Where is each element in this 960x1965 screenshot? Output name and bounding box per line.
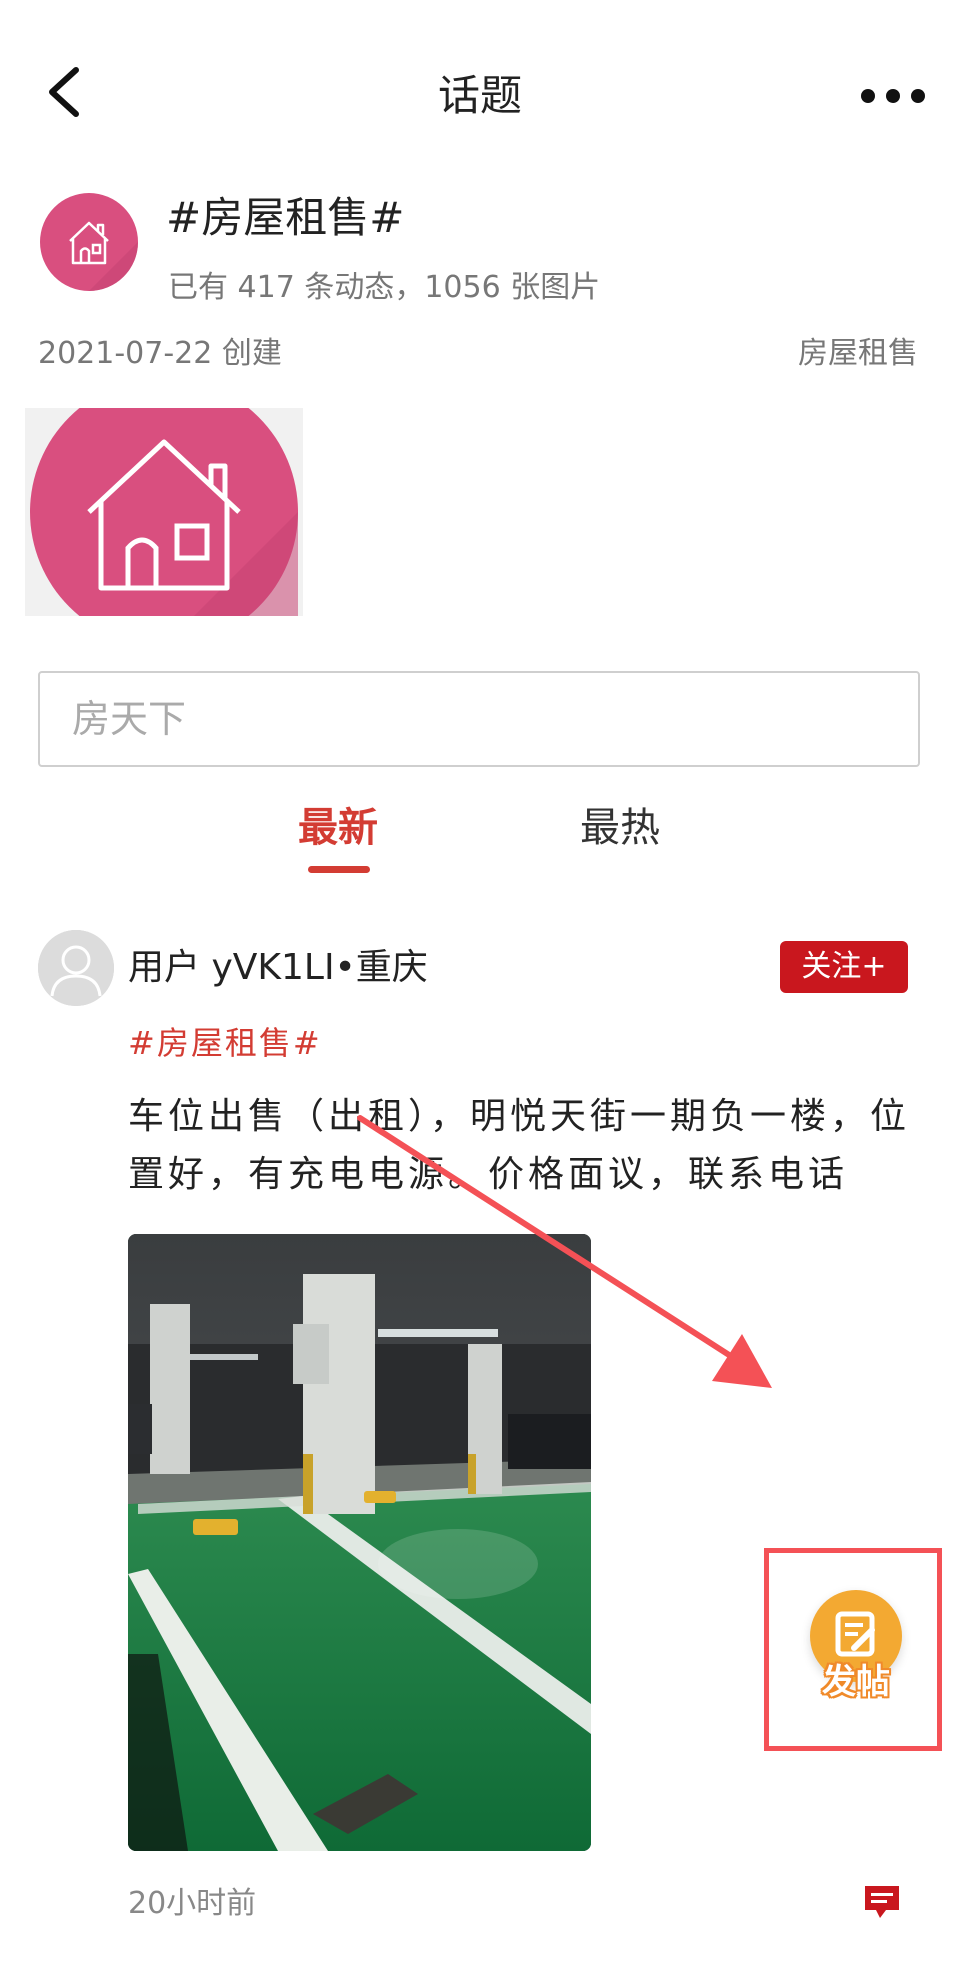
active-tab-indicator — [308, 866, 370, 873]
tab-hot[interactable]: 最热 — [580, 800, 660, 856]
post-author[interactable]: 用户 yVK1LI•重庆 — [128, 942, 428, 994]
topic-avatar — [40, 193, 138, 291]
post-image[interactable] — [128, 1234, 591, 1851]
search-input[interactable] — [38, 671, 920, 767]
page-title: 话题 — [437, 71, 522, 120]
topic-created-date: 2021-07-22 创建 — [38, 336, 282, 371]
follow-button[interactable]: 关注+ — [780, 941, 908, 993]
post-text: 车位出售（出租），明悦天街一期负一楼，位置好，有充电电源。价格面议，联系电话 — [128, 1096, 911, 1195]
parking-garage-photo — [128, 1234, 591, 1851]
topic-stats: 已有 417 条动态，1056 张图片 — [168, 270, 601, 305]
avatar[interactable] — [38, 930, 114, 1006]
tab-latest[interactable]: 最新 — [298, 800, 378, 856]
post-topic-tag[interactable]: #房屋租售# — [128, 1020, 322, 1066]
topic-category[interactable]: 房屋租售 — [798, 332, 918, 376]
create-post-label[interactable]: 发帖 — [794, 1660, 918, 1704]
more-horizontal-icon — [861, 89, 925, 103]
topic-banner-image — [25, 408, 303, 616]
user-icon — [38, 930, 114, 1006]
house-icon — [69, 221, 138, 291]
topic-title: #房屋租售# — [166, 193, 405, 242]
comment-button[interactable] — [862, 1882, 902, 1922]
comment-icon — [865, 1886, 899, 1918]
house-icon — [25, 408, 303, 616]
post-time: 20小时前 — [128, 1886, 257, 1921]
more-button[interactable] — [858, 76, 928, 116]
